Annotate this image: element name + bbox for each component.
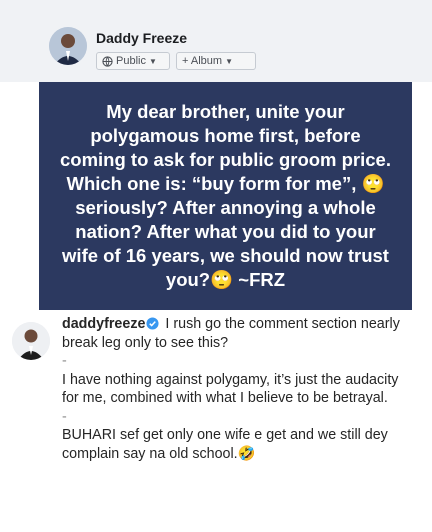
post-caption: daddyfreeze I rush go the comment sectio… [62, 315, 414, 463]
caret-down-icon: ▼ [225, 56, 233, 66]
author-avatar[interactable] [49, 27, 87, 65]
caption-separator: - [62, 353, 67, 369]
user-avatar-icon [12, 322, 50, 360]
caption-paragraph-3: BUHARI sef get only one wife e get and w… [62, 427, 388, 462]
caret-down-icon: ▼ [148, 56, 157, 66]
caption-separator: - [62, 408, 67, 425]
caption-paragraph-2: I have nothing against polygamy, it’s ju… [62, 371, 399, 407]
commenter-avatar[interactable] [12, 322, 50, 360]
author-name[interactable]: Daddy Freeze [96, 30, 187, 46]
globe-icon [102, 55, 113, 67]
user-avatar-icon [49, 27, 87, 65]
album-dropdown[interactable]: + Album ▼ [176, 52, 256, 70]
privacy-label: Public [116, 55, 146, 67]
quote-text: My dear brother, unite your polygamous h… [60, 101, 391, 290]
verified-badge-icon [146, 317, 159, 330]
caption-username[interactable]: daddyfreeze [62, 316, 145, 332]
quote-image-card: My dear brother, unite your polygamous h… [39, 82, 412, 310]
album-label: + Album [182, 55, 223, 67]
privacy-dropdown[interactable]: Public ▼ [96, 52, 170, 70]
